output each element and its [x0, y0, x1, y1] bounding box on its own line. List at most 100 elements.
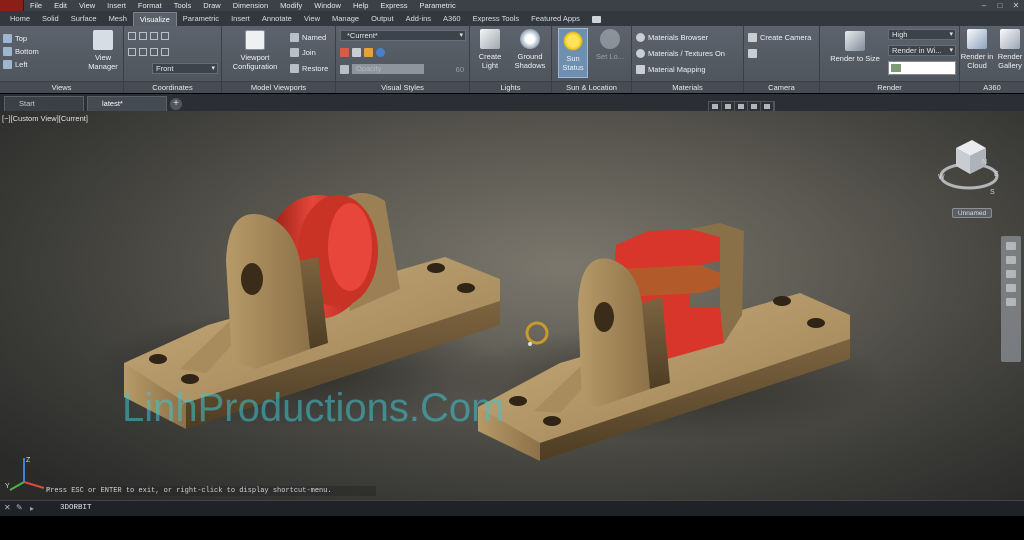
- render-in-dropdown[interactable]: Render in Wi...: [888, 45, 956, 56]
- ucs-menu-label[interactable]: Unnamed: [952, 208, 992, 218]
- visual-style-tools: [340, 46, 388, 58]
- panel-coordinates-title: Coordinates: [124, 81, 221, 93]
- ucs-zaxis-icon[interactable]: [161, 32, 169, 40]
- ribbon-options[interactable]: [590, 12, 601, 26]
- tab-view[interactable]: View: [298, 12, 326, 26]
- ucs-3point-icon[interactable]: [139, 48, 147, 56]
- create-light-button[interactable]: Create Light: [472, 29, 508, 70]
- ucs-x-icon[interactable]: [150, 48, 158, 56]
- compass-w[interactable]: W: [938, 174, 945, 181]
- menu-help[interactable]: Help: [347, 0, 374, 11]
- edge-color-icon[interactable]: [340, 47, 349, 57]
- panel-visual-styles-title: Visual Styles: [336, 81, 469, 93]
- materials-textures-toggle[interactable]: Materials / Textures On: [636, 47, 725, 59]
- tab-annotate[interactable]: Annotate: [256, 12, 298, 26]
- render-quality-value: High: [892, 30, 908, 39]
- orbit-icon[interactable]: [1006, 284, 1016, 292]
- light-bulb-icon: [480, 29, 500, 49]
- ground-shadows-button[interactable]: Ground Shadows: [510, 29, 550, 70]
- menu-tools[interactable]: Tools: [168, 0, 198, 11]
- menu-format[interactable]: Format: [132, 0, 168, 11]
- minimize-button[interactable]: –: [976, 0, 992, 11]
- file-tab-start[interactable]: Start: [4, 96, 84, 111]
- menu-file[interactable]: File: [24, 0, 48, 11]
- close-button[interactable]: ✕: [1008, 0, 1024, 11]
- opacity-slider[interactable]: Opacity: [352, 64, 424, 74]
- menu-draw[interactable]: Draw: [197, 0, 227, 11]
- create-camera-button[interactable]: Create Camera: [748, 31, 811, 43]
- named-viewports-button[interactable]: Named: [290, 31, 326, 43]
- menu-modify[interactable]: Modify: [274, 0, 308, 11]
- tab-visualize[interactable]: Visualize: [132, 12, 177, 26]
- view-bottom-item[interactable]: Bottom: [3, 45, 39, 57]
- command-line[interactable]: ✕ ✎ ▸ 3DORBIT: [0, 500, 1024, 516]
- render-gallery-button[interactable]: Render Gallery: [994, 29, 1024, 70]
- material-mapping-button[interactable]: Material Mapping: [636, 63, 706, 75]
- sun-status-button[interactable]: Sun Status: [558, 28, 588, 78]
- menu-edit[interactable]: Edit: [48, 0, 73, 11]
- view-manager-button[interactable]: View Manager: [84, 30, 122, 71]
- visual-style-dropdown[interactable]: *Current*: [340, 30, 466, 41]
- showmotion-icon[interactable]: [1006, 298, 1016, 306]
- render-to-size-button[interactable]: Render to Size: [824, 31, 886, 63]
- ucs-named-icon[interactable]: [128, 48, 136, 56]
- steering-wheel-icon[interactable]: [1006, 242, 1016, 250]
- ucs-y-label: Y: [5, 483, 10, 490]
- compass-n[interactable]: N: [982, 159, 987, 166]
- menu-insert[interactable]: Insert: [101, 0, 132, 11]
- tab-parametric[interactable]: Parametric: [177, 12, 225, 26]
- menu-express[interactable]: Express: [374, 0, 413, 11]
- minimize-ribbon-icon[interactable]: [591, 15, 601, 23]
- menu-window[interactable]: Window: [308, 0, 347, 11]
- globe-icon[interactable]: [376, 47, 385, 57]
- file-tab-latest[interactable]: latest*: [87, 96, 167, 111]
- tab-add-ins[interactable]: Add-ins: [400, 12, 437, 26]
- render-quality-dropdown[interactable]: High: [888, 29, 956, 40]
- tab-surface[interactable]: Surface: [65, 12, 103, 26]
- compass-s[interactable]: S: [990, 189, 995, 196]
- tab-express-tools[interactable]: Express Tools: [467, 12, 526, 26]
- ucs-y-icon[interactable]: [161, 48, 169, 56]
- face-style-icon[interactable]: [352, 47, 361, 57]
- new-tab-button[interactable]: +: [170, 98, 182, 110]
- tab-output[interactable]: Output: [365, 12, 400, 26]
- join-viewports-button[interactable]: Join: [290, 46, 316, 58]
- menu-view[interactable]: View: [73, 0, 101, 11]
- render-in-cloud-button[interactable]: Render in Cloud: [960, 29, 994, 70]
- tab-featured-apps[interactable]: Featured Apps: [525, 12, 586, 26]
- viewport-configuration-button[interactable]: Viewport Configuration: [226, 30, 284, 71]
- ucs-world-icon[interactable]: [139, 32, 147, 40]
- render-in-value: Render in Wi...: [892, 46, 942, 55]
- tab-a360[interactable]: A360: [437, 12, 467, 26]
- materials-browser-button[interactable]: Materials Browser: [636, 31, 708, 43]
- tab-home[interactable]: Home: [4, 12, 36, 26]
- restore-viewports-button[interactable]: Restore: [290, 62, 328, 74]
- view-top-item[interactable]: Top: [3, 32, 27, 44]
- ribbon-tab-bar: Home Solid Surface Mesh Visualize Parame…: [0, 11, 1024, 26]
- menu-dimension[interactable]: Dimension: [227, 0, 274, 11]
- ucs-origin-icon[interactable]: [150, 32, 158, 40]
- viewcube[interactable]: W E S N: [936, 132, 1002, 202]
- ucs-view-dropdown[interactable]: Front: [152, 63, 218, 74]
- tab-insert[interactable]: Insert: [225, 12, 256, 26]
- camera-display-button[interactable]: [748, 47, 760, 59]
- ucs-icon[interactable]: [128, 32, 136, 40]
- application-button[interactable]: [0, 0, 24, 11]
- render-environment-field[interactable]: [888, 61, 956, 75]
- customize-icon[interactable]: ✎: [16, 503, 23, 512]
- tab-mesh[interactable]: Mesh: [103, 12, 133, 26]
- 3d-model-scene[interactable]: [0, 111, 1024, 500]
- pan-icon[interactable]: [1006, 256, 1016, 264]
- close-command-line-icon[interactable]: ✕: [4, 503, 11, 512]
- view-left-item[interactable]: Left: [3, 58, 28, 70]
- tab-solid[interactable]: Solid: [36, 12, 65, 26]
- menu-parametric[interactable]: Parametric: [413, 0, 461, 11]
- command-input[interactable]: 3DORBIT: [60, 504, 92, 512]
- zoom-icon[interactable]: [1006, 270, 1016, 278]
- opacity-value[interactable]: 60: [448, 65, 464, 74]
- set-location-button[interactable]: Set Lo...: [592, 29, 628, 61]
- tab-manage[interactable]: Manage: [326, 12, 365, 26]
- compass-e[interactable]: E: [994, 171, 999, 178]
- maximize-button[interactable]: □: [992, 0, 1008, 11]
- xray-icon[interactable]: [364, 47, 373, 57]
